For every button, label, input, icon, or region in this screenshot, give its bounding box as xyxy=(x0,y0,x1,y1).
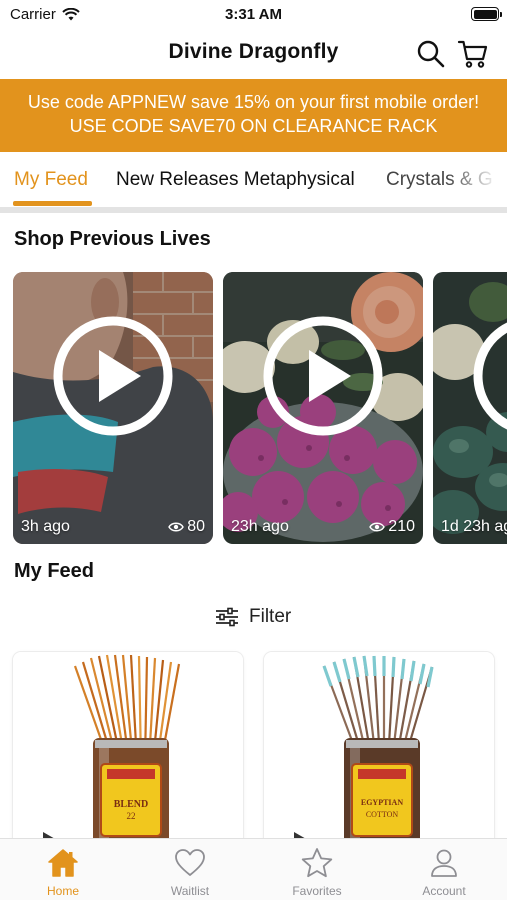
live-meta: 1d 23h ago xyxy=(433,518,507,536)
tabbar-item-favorites[interactable]: Favorites xyxy=(254,839,380,900)
promo-banner[interactable]: Use code APPNEW save 15% on your first m… xyxy=(0,79,507,152)
live-age: 23h ago xyxy=(231,518,289,535)
product-image: EGYPTIAN COTTON xyxy=(264,652,494,852)
live-views-count: 210 xyxy=(388,518,415,535)
tab-my-feed[interactable]: My Feed xyxy=(14,169,88,191)
product-card[interactable]: BLEND 22 xyxy=(13,652,243,852)
eye-icon xyxy=(369,522,386,532)
jar-label-line-2: 22 xyxy=(127,811,136,821)
play-icon[interactable] xyxy=(51,314,175,438)
tabbar-label-home: Home xyxy=(46,884,79,898)
active-tab-indicator xyxy=(13,201,92,206)
play-icon[interactable] xyxy=(261,314,385,438)
cart-icon[interactable] xyxy=(457,38,489,70)
app-header: Divine Dragonfly xyxy=(0,30,507,78)
tabbar-item-waitlist[interactable]: Waitlist xyxy=(127,839,253,900)
section-title-previous-lives: Shop Previous Lives xyxy=(14,228,211,250)
jar-label-line-2: COTTON xyxy=(366,810,399,819)
live-meta: 23h ago 210 xyxy=(223,518,423,536)
heart-icon xyxy=(175,849,205,876)
tabs-divider xyxy=(0,207,507,213)
star-icon xyxy=(301,848,333,878)
live-age: 1d 23h ago xyxy=(441,518,507,535)
product-card[interactable]: EGYPTIAN COTTON xyxy=(264,652,494,852)
live-card[interactable]: 3h ago 80 xyxy=(13,272,213,544)
live-card[interactable]: 1d 23h ago xyxy=(433,272,507,544)
person-icon xyxy=(431,849,457,877)
live-views: 210 xyxy=(369,518,415,536)
play-icon[interactable] xyxy=(471,314,507,438)
status-time: 3:31 AM xyxy=(225,6,282,23)
filter-label: Filter xyxy=(249,606,292,627)
tabbar-label-favorites: Favorites xyxy=(292,884,342,898)
tabbar-item-account[interactable]: Account xyxy=(381,839,507,900)
tab-new-releases[interactable]: New Releases Metaphysical xyxy=(116,169,355,191)
tabs-fade xyxy=(447,152,507,207)
jar-label-line-1: EGYPTIAN xyxy=(361,798,403,807)
tabbar-label-account: Account xyxy=(422,884,466,898)
live-card[interactable]: 23h ago 210 xyxy=(223,272,423,544)
search-icon[interactable] xyxy=(415,38,447,70)
bottom-tab-bar: Home Waitlist Favorites Account xyxy=(0,838,507,900)
promo-line-1: Use code APPNEW save 15% on your first m… xyxy=(27,92,480,112)
previous-lives-carousel: 3h ago 80 23h ago 210 1d 23h a xyxy=(0,272,507,544)
tabbar-item-home[interactable]: Home xyxy=(0,839,126,900)
status-bar: Carrier 3:31 AM xyxy=(0,0,507,30)
filter-sliders-icon xyxy=(216,607,238,627)
filter-button[interactable]: Filter xyxy=(215,606,291,628)
battery-icon xyxy=(471,7,502,21)
category-tabs: My Feed New Releases Metaphysical Crysta… xyxy=(0,152,507,207)
live-age: 3h ago xyxy=(21,518,70,535)
promo-line-2: USE CODE SAVE70 ON CLEARANCE RACK xyxy=(69,116,438,136)
home-icon xyxy=(48,849,78,877)
section-title-my-feed: My Feed xyxy=(14,560,95,582)
live-views-count: 80 xyxy=(187,518,205,535)
jar-label-line-1: BLEND xyxy=(114,799,148,810)
live-views: 80 xyxy=(168,518,205,536)
tabbar-label-waitlist: Waitlist xyxy=(170,884,210,898)
product-image: BLEND 22 xyxy=(13,652,243,852)
live-meta: 3h ago 80 xyxy=(13,518,213,536)
eye-icon xyxy=(168,522,185,532)
